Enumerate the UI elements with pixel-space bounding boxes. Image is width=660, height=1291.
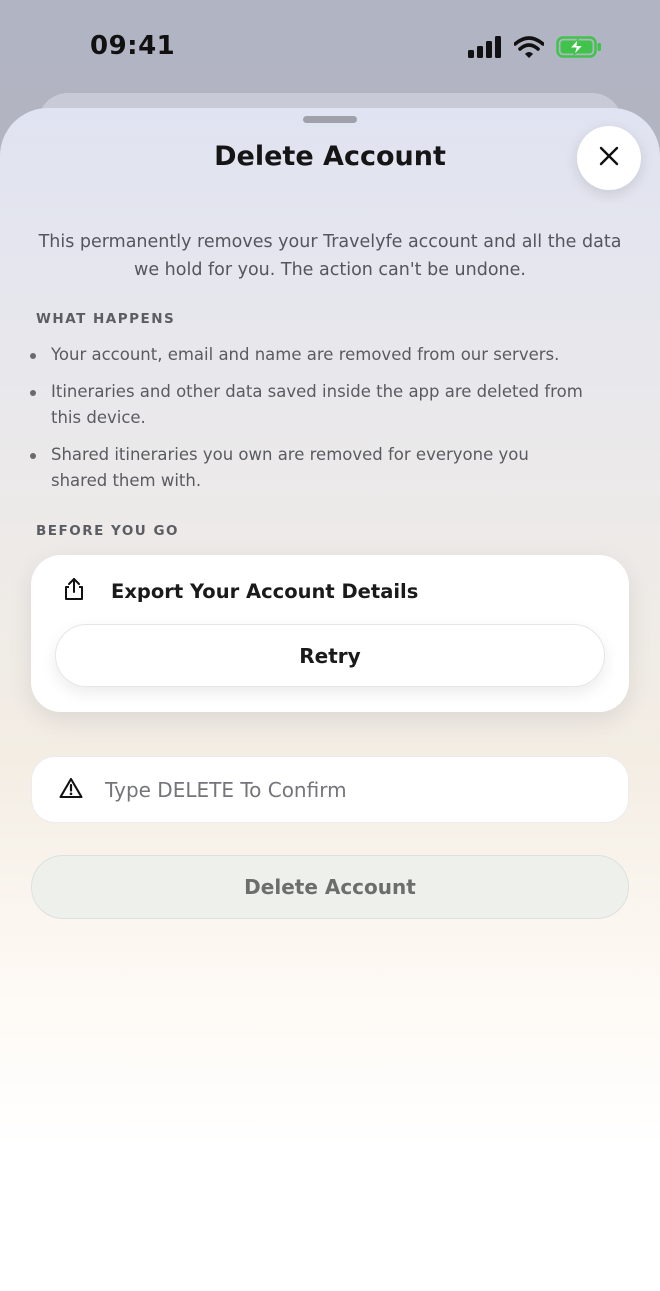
confirm-field: [31, 756, 629, 823]
before-you-go-header: BEFORE YOU GO: [36, 523, 180, 539]
wifi-icon: [513, 36, 545, 62]
status-bar: 09:41: [0, 0, 660, 96]
status-time: 09:41: [90, 31, 176, 61]
export-card: Export Your Account Details Retry: [31, 555, 629, 712]
sheet-description: This permanently removes your Travelyfe …: [38, 232, 622, 280]
retry-button[interactable]: Retry: [55, 624, 605, 687]
bullet-dot: [30, 390, 36, 396]
export-row[interactable]: Export Your Account Details: [63, 577, 418, 605]
status-icons: [468, 36, 602, 62]
screen: 09:41 Delete Account This permanently re…: [0, 0, 660, 1291]
sheet-title: Delete Account: [214, 141, 446, 172]
export-account-label: Export Your Account Details: [111, 579, 419, 603]
cellular-signal-icon: [468, 36, 502, 62]
delete-account-button[interactable]: Delete Account: [31, 855, 629, 919]
battery-charging-icon: [556, 36, 602, 62]
share-icon: [63, 577, 85, 605]
close-button[interactable]: [577, 126, 641, 190]
confirm-delete-input[interactable]: [105, 769, 605, 810]
close-icon: [599, 146, 619, 170]
what-happens-header: WHAT HAPPENS: [36, 311, 176, 327]
bullet-dot: [30, 453, 36, 459]
delete-account-sheet: Delete Account This permanently removes …: [0, 108, 660, 1291]
sheet-grabber[interactable]: [303, 116, 357, 123]
what-happens-list: Your account, email and name are removed…: [30, 342, 590, 505]
list-item-text: Itineraries and other data saved inside …: [51, 382, 583, 427]
bullet-dot: [30, 353, 36, 359]
list-item-text: Shared itineraries you own are removed f…: [51, 445, 529, 490]
list-item-text: Your account, email and name are removed…: [51, 345, 560, 364]
list-item: Shared itineraries you own are removed f…: [30, 442, 590, 494]
list-item: Your account, email and name are removed…: [30, 342, 590, 368]
warning-icon: [59, 777, 83, 803]
list-item: Itineraries and other data saved inside …: [30, 379, 590, 431]
